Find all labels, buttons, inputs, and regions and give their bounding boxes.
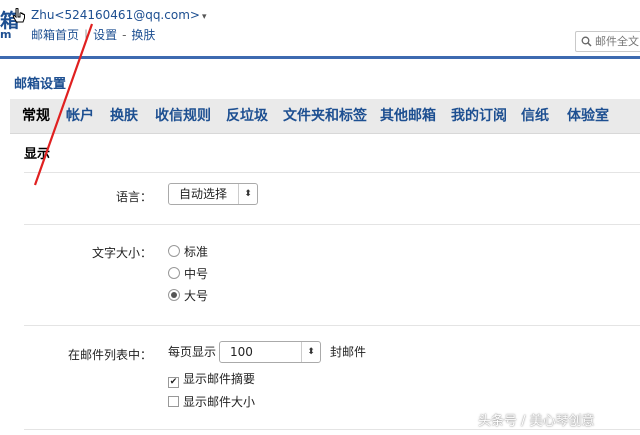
settings-panel: 邮箱设置 常规 帐户 换肤 收信规则 反垃圾 文件夹和标签 其他邮箱 我的订阅 … <box>0 59 640 435</box>
top-header: 箱 m Zhu<524160461@qq.com> ▾ 邮箱首页 | 设置 - 换肤 <box>0 0 640 59</box>
font-size-option-medium[interactable]: 中号 <box>168 265 208 282</box>
show-summary-option[interactable]: ✔ 显示邮件摘要 <box>168 370 255 388</box>
section-title-display: 显示 <box>24 147 51 162</box>
link-separator: - <box>122 28 127 42</box>
section-divider <box>24 172 640 173</box>
watermark: 头条号 / 美心琴创意 <box>478 414 595 429</box>
tab-account[interactable]: 帐户 <box>66 99 94 133</box>
select-arrows-icon: ⬍ <box>301 342 320 362</box>
radio-button[interactable] <box>168 267 180 279</box>
tab-folders-labels[interactable]: 文件夹和标签 <box>283 99 367 133</box>
font-size-option-large[interactable]: 大号 <box>168 287 208 304</box>
radio-label: 中号 <box>184 267 209 281</box>
mail-list-label: 在邮件列表中： <box>67 348 152 362</box>
settings-link[interactable]: 设置 <box>93 26 117 43</box>
per-page-select[interactable]: 100 ⬍ <box>219 341 321 363</box>
show-summary-checkbox[interactable]: ✔ <box>168 377 179 388</box>
per-page-suffix: 封邮件 <box>330 345 367 359</box>
row-divider <box>24 429 640 430</box>
language-label: 语言： <box>115 190 152 204</box>
tab-lab[interactable]: 体验室 <box>567 99 609 133</box>
language-select[interactable]: 自动选择 ⬍ <box>168 183 258 205</box>
tab-general[interactable]: 常规 <box>22 99 50 133</box>
top-links: 邮箱首页 | 设置 - 换肤 <box>31 26 155 43</box>
mailbox-home-link[interactable]: 邮箱首页 <box>31 26 79 43</box>
checkbox-label: 显示邮件摘要 <box>183 372 256 386</box>
account-dropdown[interactable]: Zhu<524160461@qq.com> ▾ <box>31 8 206 22</box>
search-icon[interactable] <box>581 36 592 47</box>
language-value: 自动选择 <box>179 187 228 201</box>
hand-cursor-icon <box>12 8 25 23</box>
account-email: Zhu<524160461@qq.com> <box>31 8 200 22</box>
tab-receive-rules[interactable]: 收信规则 <box>155 99 211 133</box>
tab-subscriptions[interactable]: 我的订阅 <box>451 99 507 133</box>
search-box[interactable] <box>575 31 640 52</box>
per-page-prefix: 每页显示 <box>168 345 217 359</box>
link-separator: | <box>84 28 89 42</box>
chevron-down-icon: ▾ <box>201 12 207 22</box>
select-arrows-icon: ⬍ <box>238 184 257 204</box>
page-title: 邮箱设置 <box>14 77 67 92</box>
radio-button[interactable] <box>168 245 180 257</box>
per-page-value: 100 <box>230 345 253 359</box>
skin-link[interactable]: 换肤 <box>131 26 155 43</box>
settings-tabs: 常规 帐户 换肤 收信规则 反垃圾 文件夹和标签 其他邮箱 我的订阅 信纸 体验… <box>10 99 640 134</box>
radio-label: 大号 <box>184 289 209 303</box>
row-divider <box>24 325 640 326</box>
radio-label: 标准 <box>184 245 209 259</box>
font-size-option-standard[interactable]: 标准 <box>168 243 208 260</box>
tab-stationery[interactable]: 信纸 <box>521 99 549 133</box>
radio-button-selected[interactable] <box>168 289 180 301</box>
show-size-checkbox[interactable] <box>168 396 179 407</box>
font-size-label: 文字大小： <box>91 246 152 260</box>
search-input[interactable] <box>595 33 640 50</box>
tab-skin[interactable]: 换肤 <box>110 99 138 133</box>
mailbox-logo-sub: m <box>0 28 12 41</box>
checkbox-label: 显示邮件大小 <box>183 395 256 409</box>
tab-anti-spam[interactable]: 反垃圾 <box>226 99 268 133</box>
show-size-option[interactable]: 显示邮件大小 <box>168 393 255 410</box>
row-divider <box>24 224 640 225</box>
tab-other-mailboxes[interactable]: 其他邮箱 <box>380 99 436 133</box>
